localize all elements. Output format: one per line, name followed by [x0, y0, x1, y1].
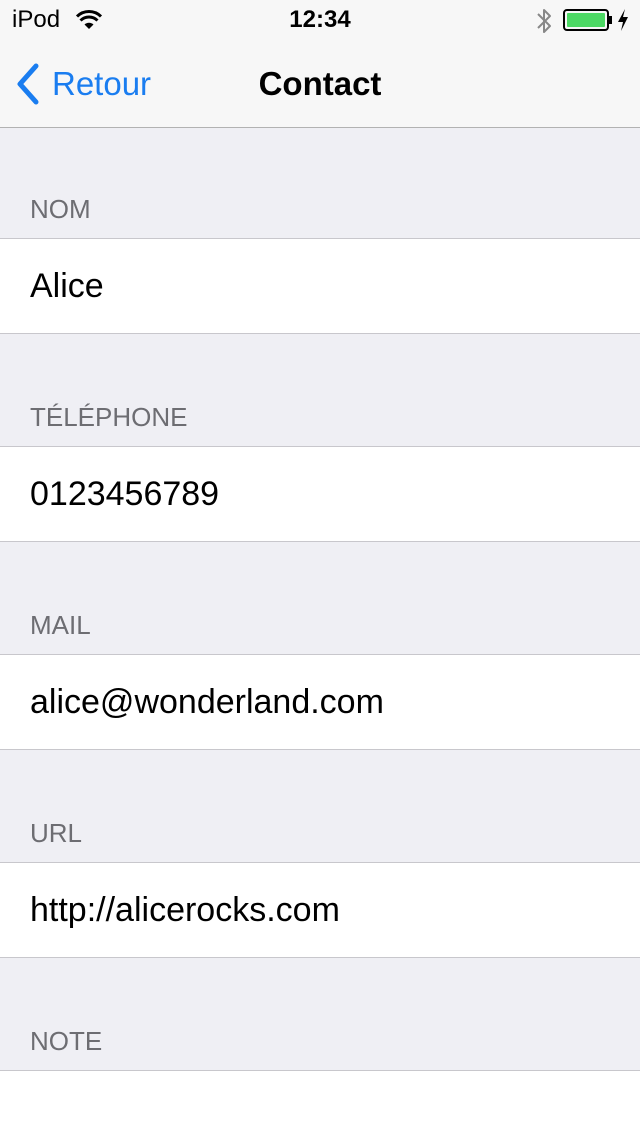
- charging-bolt-icon: [618, 9, 628, 31]
- name-field[interactable]: [30, 239, 610, 333]
- email-field[interactable]: [30, 655, 610, 749]
- mail-cell: [0, 654, 640, 750]
- name-cell: [0, 238, 640, 334]
- url-field[interactable]: [30, 863, 610, 957]
- note-cell: [0, 1070, 640, 1136]
- battery-icon: [563, 9, 612, 31]
- navigation-bar: Retour Contact: [0, 40, 640, 128]
- note-field[interactable]: [30, 1071, 610, 1135]
- section-header-note: NOTE: [30, 1026, 103, 1056]
- page-title: Contact: [258, 65, 382, 102]
- section-header-phone: TÉLÉPHONE: [30, 402, 188, 432]
- section-header-name: NOM: [30, 194, 91, 224]
- url-cell: [0, 862, 640, 958]
- bluetooth-icon: [537, 9, 551, 33]
- phone-field[interactable]: [30, 447, 610, 541]
- section-header-url: URL: [30, 818, 83, 848]
- phone-cell: [0, 446, 640, 542]
- section-header-mail: MAIL: [30, 610, 91, 640]
- status-bar: iPod 12:34: [0, 0, 640, 40]
